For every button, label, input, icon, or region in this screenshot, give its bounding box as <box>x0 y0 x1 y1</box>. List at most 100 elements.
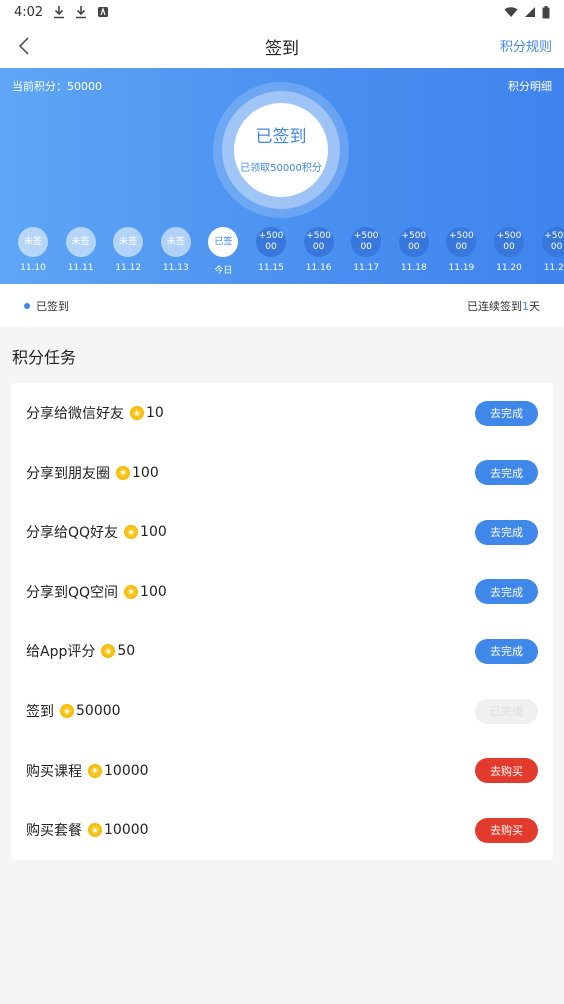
task-action-button[interactable]: 去完成 <box>475 638 538 664</box>
day-circle: +50000 <box>351 227 382 257</box>
task-row: 分享给微信好友 ★ 10 去完成 <box>11 383 553 443</box>
battery-icon <box>542 5 550 18</box>
download-icon <box>76 6 87 19</box>
task-row: 签到 ★ 50000 已完成 <box>11 681 553 741</box>
task-action-button[interactable]: 去完成 <box>475 460 538 486</box>
day-item: 已签 今日 <box>207 227 239 276</box>
day-item: +50000 11.18 <box>398 227 430 273</box>
task-action-button[interactable]: 去完成 <box>475 519 538 545</box>
day-date: 11.12 <box>115 263 142 273</box>
day-item: +50000 11.20 <box>493 227 525 273</box>
page-title: 签到 <box>265 38 299 59</box>
signed-label: 已签到 <box>36 299 69 313</box>
download-icon <box>54 6 65 19</box>
task-name: 分享到QQ空间 <box>26 584 119 601</box>
task-points: 10000 <box>104 822 149 839</box>
day-item: 未签 11.10 <box>17 227 49 273</box>
task-row: 分享给QQ好友 ★ 100 去完成 <box>11 502 553 562</box>
coin-icon: ★ <box>116 465 130 480</box>
task-points: 50000 <box>76 703 121 719</box>
task-row: 购买课程 ★ 10000 去购买 <box>11 741 553 801</box>
task-row: 购买套餐 ★ 10000 去购买 <box>11 800 553 860</box>
day-date: 11.11 <box>67 263 94 273</box>
day-item: 未签 11.13 <box>160 227 192 273</box>
day-circle: +50000 <box>494 227 524 257</box>
coin-icon: ★ <box>101 644 116 659</box>
day-date: 11.10 <box>20 263 46 273</box>
section-title: 积分任务 <box>12 348 77 367</box>
day-date: 11.19 <box>448 263 475 273</box>
signal-icon <box>525 7 535 17</box>
app-notification-icon <box>98 7 109 17</box>
day-circle: 未签 <box>113 227 144 257</box>
task-name: 签到 <box>26 704 54 720</box>
task-list: 分享给微信好友 ★ 10 去完成 分享到朋友圈 ★ 100 去完成 分享给QQ好友 ★ 100 去完成… <box>11 383 553 860</box>
task-name: 购买套餐 <box>26 823 82 840</box>
task-name: 分享到朋友圈 <box>26 465 110 482</box>
day-date: 11.21 <box>543 263 564 273</box>
day-circle: +50000 <box>446 227 477 257</box>
day-circle: 未签 <box>18 227 48 257</box>
task-row: 给App评分 ★ 50 去完成 <box>11 621 553 681</box>
task-row: 分享到QQ空间 ★ 100 去完成 <box>11 562 553 622</box>
wifi-icon <box>504 7 518 17</box>
task-name: 分享给QQ好友 <box>26 525 119 542</box>
task-points: 10000 <box>104 762 149 779</box>
sign-in-ring[interactable]: 已签到 已领取50000积分 <box>213 82 349 218</box>
day-date: 11.17 <box>353 263 380 273</box>
day-item: 未签 11.11 <box>65 227 97 273</box>
coin-icon: ★ <box>124 525 139 540</box>
points-detail-link[interactable]: 积分明细 <box>508 78 552 94</box>
day-item: 未签 11.12 <box>112 227 144 273</box>
day-item: +50000 11.21 <box>541 227 564 273</box>
current-points: 当前积分：50000 <box>12 80 102 93</box>
coin-icon: ★ <box>130 406 144 420</box>
ring-center: 已签到 已领取50000积分 <box>234 103 328 197</box>
signed-status-bar: 已签到 已连续签到1天 <box>0 284 564 327</box>
back-icon[interactable] <box>10 32 38 60</box>
task-action-button[interactable]: 去购买 <box>475 758 538 784</box>
day-item: +50000 11.17 <box>350 227 382 273</box>
task-name: 分享给微信好友 <box>26 406 124 422</box>
coin-icon: ★ <box>88 823 102 838</box>
task-action-button: 已完成 <box>475 698 538 724</box>
day-date: 11.15 <box>258 263 284 273</box>
ring-subtitle: 已领取50000积分 <box>240 163 322 174</box>
task-row: 分享到朋友圈 ★ 100 去完成 <box>11 443 553 503</box>
day-date: 11.16 <box>305 263 332 273</box>
streak-prefix: 已连续签到 <box>467 299 522 313</box>
task-points: 100 <box>140 583 167 600</box>
points-rules-link[interactable]: 积分规则 <box>500 36 552 55</box>
nav-bar: 签到 积分规则 <box>0 24 564 68</box>
day-circle: +50000 <box>303 227 334 257</box>
task-action-button[interactable]: 去完成 <box>475 579 538 605</box>
sign-in-hero: 当前积分：50000 积分明细 已签到 已领取50000积分 未签 11.10 未签… <box>0 68 564 284</box>
day-circle: 未签 <box>160 227 191 257</box>
task-name: 购买课程 <box>26 763 82 780</box>
task-points: 50 <box>117 643 136 660</box>
coin-icon: ★ <box>88 763 102 778</box>
status-time: 4:02 <box>14 4 44 20</box>
ring-title: 已签到 <box>255 127 307 147</box>
day-circle: +50000 <box>541 227 564 257</box>
status-dot <box>24 302 30 309</box>
day-circle: +50000 <box>398 227 429 257</box>
day-item: +50000 11.19 <box>445 227 477 273</box>
day-date: 11.18 <box>400 263 427 273</box>
task-points: 100 <box>132 464 159 481</box>
streak-days: 1 <box>522 299 529 313</box>
streak-text: 已连续签到1天 <box>467 298 540 314</box>
task-points: 10 <box>146 405 164 421</box>
task-action-button[interactable]: 去购买 <box>475 817 538 843</box>
day-date: 今日 <box>214 266 233 276</box>
task-action-button[interactable]: 去完成 <box>475 400 538 426</box>
day-circle: +50000 <box>256 227 286 257</box>
day-circle: 已签 <box>208 227 239 257</box>
ring-middle: 已签到 已领取50000积分 <box>222 91 340 209</box>
day-date: 11.20 <box>496 263 522 273</box>
coin-icon: ★ <box>60 704 74 718</box>
coin-icon: ★ <box>124 584 139 599</box>
task-points: 100 <box>140 524 167 541</box>
status-bar: 4:02 <box>0 0 564 24</box>
day-date: 11.13 <box>162 263 189 273</box>
